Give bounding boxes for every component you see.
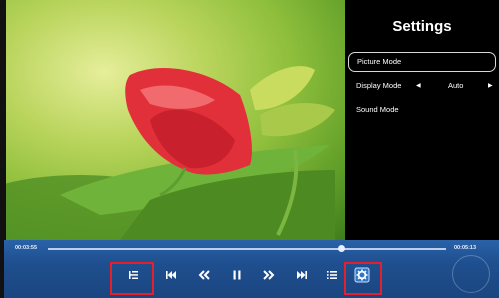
video-image: [0, 66, 335, 240]
menu-item-label: Picture Mode: [357, 57, 402, 66]
list-icon: [327, 271, 337, 279]
fast-forward-button[interactable]: [254, 260, 284, 290]
pause-button[interactable]: [222, 260, 252, 290]
video-frame: [0, 0, 345, 240]
skip-previous-button[interactable]: [156, 260, 186, 290]
skip-next-icon: [297, 271, 307, 279]
player-control-bar: 00:03:55 00:05:13: [4, 240, 499, 298]
menu-item-label: Display Mode: [356, 81, 402, 90]
skip-previous-icon: [166, 271, 176, 279]
fast-forward-icon: [263, 270, 275, 280]
total-time: 00:05:13: [454, 245, 477, 251]
rewind-icon: [198, 270, 210, 280]
settings-panel: Settings Picture Mode Display Mode ◀ Aut…: [345, 0, 499, 240]
arrow-left-icon[interactable]: ◀: [416, 76, 421, 96]
skip-next-button[interactable]: [287, 260, 317, 290]
settings-title: Settings: [392, 18, 452, 35]
menu-item-label: Sound Mode: [356, 105, 399, 114]
playlist-highlight-box: [110, 262, 154, 295]
progress-track[interactable]: [48, 248, 446, 250]
arrow-right-icon[interactable]: ▶: [488, 76, 493, 96]
settings-highlight-box: [344, 262, 382, 295]
menu-item-sound-mode[interactable]: Sound Mode: [348, 100, 496, 120]
display-mode-value: Auto: [448, 81, 464, 90]
menu-item-picture-mode[interactable]: Picture Mode: [348, 52, 496, 72]
progress-knob[interactable]: [338, 245, 345, 252]
rewind-button[interactable]: [189, 260, 219, 290]
elapsed-time: 00:03:55: [15, 245, 38, 251]
list-button[interactable]: [317, 260, 347, 290]
watermark-logo: [452, 255, 490, 293]
pause-icon: [233, 270, 241, 280]
menu-item-display-mode[interactable]: Display Mode ◀ Auto ▶: [348, 76, 496, 96]
